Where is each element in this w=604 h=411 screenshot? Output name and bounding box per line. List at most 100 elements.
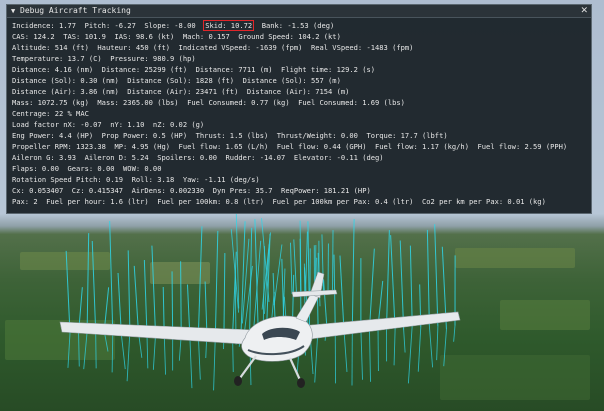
force-vector-line	[133, 265, 139, 333]
force-vector-line	[426, 229, 430, 326]
window-title: Debug Aircraft Tracking	[20, 6, 131, 15]
force-vector-line	[86, 233, 90, 332]
force-vector-line	[162, 286, 165, 331]
stat-text: Flaps: 0.00 Gears: 0.00 WOW: 0.00	[12, 164, 162, 173]
wheel-left	[234, 376, 242, 386]
force-vector-line	[67, 332, 71, 368]
stat-line: Propeller RPM: 1323.38 MP: 4.95 (Hg) Fue…	[12, 141, 591, 152]
stat-text: CAS: 124.2 TAS: 101.9 IAS: 98.6 (kt) Mac…	[12, 32, 341, 41]
force-vector-line	[83, 331, 88, 370]
force-vector-line	[417, 327, 422, 372]
wheel-right	[297, 378, 305, 388]
force-vector-line	[143, 259, 148, 336]
force-vector-line	[223, 253, 226, 331]
stat-line: Altitude: 514 (ft) Hauteur: 450 (ft) Ind…	[12, 42, 591, 53]
stat-line: Centrage: 22 % MAC	[12, 108, 591, 119]
force-vector-line	[152, 334, 157, 370]
triangle-down-icon[interactable]: ▼	[11, 5, 20, 17]
force-vector-line	[339, 255, 345, 328]
force-vector-line	[214, 230, 219, 333]
stat-text: Aileron G: 3.93 Aileron D: 5.24 Spoilers…	[12, 153, 384, 162]
stat-text: Incidence: 1.77 Pitch: -6.27 Slope: -8.0…	[12, 21, 205, 30]
stat-text: Pax: 2 Fuel per hour: 1.6 (ltr) Fuel per…	[12, 197, 546, 206]
stat-text: Centrage: 22 % MAC	[12, 109, 89, 118]
force-vector-line	[189, 334, 193, 389]
force-vector-line	[78, 333, 80, 367]
stat-text: Load factor nX: -0.07 nY: 1.10 nZ: 0.02 …	[12, 120, 205, 129]
force-vector-line	[360, 329, 363, 380]
force-vector-line	[120, 333, 126, 370]
force-vector-line	[390, 235, 396, 330]
force-vector-line	[262, 246, 265, 321]
debug-aircraft-tracking-window: ▼ Debug Aircraft Tracking ✕ Incidence: 1.…	[6, 4, 592, 214]
landing-gear-left	[239, 355, 257, 379]
stat-line: Mass: 1072.75 (kg) Mass: 2365.00 (lbs) F…	[12, 97, 591, 108]
stat-line: Distance (Air): 3.86 (nm) Distance (Air)…	[12, 86, 591, 97]
stat-line: Incidence: 1.77 Pitch: -6.27 Slope: -8.0…	[12, 20, 591, 31]
force-vector-line	[91, 240, 97, 332]
force-vector-line	[65, 250, 71, 333]
force-vector-line	[393, 329, 396, 366]
left-wing	[59, 321, 259, 346]
aircraft	[59, 271, 461, 388]
stat-line: Aileron G: 3.93 Aileron D: 5.24 Spoilers…	[12, 152, 591, 163]
force-vector-line	[273, 244, 283, 306]
force-vector-line	[443, 329, 447, 367]
force-vector-line	[407, 325, 413, 384]
force-vector-line	[151, 245, 157, 335]
force-vector-line	[109, 220, 114, 333]
stat-text: Bank: -1.53 (deg)	[253, 21, 335, 30]
stat-line: Cx: 0.053407 Cz: 0.415347 AirDens: 0.002…	[12, 185, 591, 196]
force-vector-line	[399, 240, 405, 330]
stat-text: Distance (Air): 3.86 (nm) Distance (Air)…	[12, 87, 350, 96]
stat-text: Distance (Sol): 0.30 (nm) Distance (Sol)…	[12, 76, 341, 85]
stat-line: Eng Power: 4.4 (HP) Prop Power: 0.5 (HP)…	[12, 130, 591, 141]
force-vector-line	[453, 325, 456, 342]
force-vector-line	[368, 329, 371, 382]
force-vector-line	[146, 335, 149, 369]
stat-text: Mass: 1072.75 (kg) Mass: 2365.00 (lbs) F…	[12, 98, 405, 107]
force-vector-line	[428, 325, 434, 368]
force-vector-line	[368, 248, 375, 330]
stat-text: Altitude: 514 (ft) Hauteur: 450 (ft) Ind…	[12, 43, 414, 52]
stat-line: CAS: 124.2 TAS: 101.9 IAS: 98.6 (kt) Mac…	[12, 31, 591, 42]
stat-text: Rotation Speed Pitch: 0.19 Roll: 3.18 Ya…	[12, 175, 260, 184]
stat-line: Temperature: 13.7 (C) Pressure: 980.9 (h…	[12, 53, 591, 64]
stat-text: Cx: 0.053407 Cz: 0.415347 AirDens: 0.002…	[12, 186, 371, 195]
force-vector-line	[403, 329, 406, 353]
stat-text: Eng Power: 4.4 (HP) Prop Power: 0.5 (HP)…	[12, 131, 448, 140]
force-vector-line	[351, 219, 355, 328]
force-vector-line	[127, 250, 131, 332]
force-vector-line	[409, 245, 413, 326]
stat-line: Load factor nX: -0.07 nY: 1.10 nZ: 0.02 …	[12, 119, 591, 130]
force-vector-line	[305, 231, 308, 295]
force-vector-line	[323, 279, 328, 325]
force-vector-line	[197, 226, 203, 336]
force-vector-line	[111, 332, 114, 373]
right-wing	[299, 311, 461, 341]
force-vector-line	[332, 230, 334, 295]
stat-text: Propeller RPM: 1323.38 MP: 4.95 (Hg) Fue…	[12, 142, 568, 151]
window-titlebar[interactable]: ▼ Debug Aircraft Tracking ✕	[7, 5, 591, 18]
force-vector-line	[171, 271, 174, 336]
force-vector-line	[290, 242, 293, 295]
skid-value-highlight: Skid: 10.72	[203, 20, 255, 31]
force-vector-line	[180, 261, 182, 336]
force-vector-line	[436, 326, 439, 361]
stat-line: Pax: 2 Fuel per hour: 1.6 (ltr) Fuel per…	[12, 196, 591, 207]
stat-line: Rotation Speed Pitch: 0.19 Roll: 3.18 Ya…	[12, 174, 591, 185]
stat-text: Distance: 4.16 (nm) Distance: 25299 (ft)…	[12, 65, 376, 74]
force-vector-line	[204, 281, 208, 334]
force-vector-line	[386, 230, 390, 327]
close-icon[interactable]: ✕	[580, 5, 588, 17]
stat-line: Distance (Sol): 0.30 (nm) Distance (Sol)…	[12, 75, 591, 86]
stat-line: Flaps: 0.00 Gears: 0.00 WOW: 0.00	[12, 163, 591, 174]
force-vector-line	[197, 335, 201, 380]
force-vector-field	[65, 213, 456, 391]
stat-text: Temperature: 13.7 (C) Pressure: 980.9 (h…	[12, 54, 196, 63]
stats-list: Incidence: 1.77 Pitch: -6.27 Slope: -8.0…	[7, 18, 591, 207]
stat-line: Distance: 4.16 (nm) Distance: 25299 (ft)…	[12, 64, 591, 75]
force-vector-line	[126, 331, 131, 382]
force-vector-line	[293, 239, 297, 295]
force-vector-line	[434, 224, 439, 327]
